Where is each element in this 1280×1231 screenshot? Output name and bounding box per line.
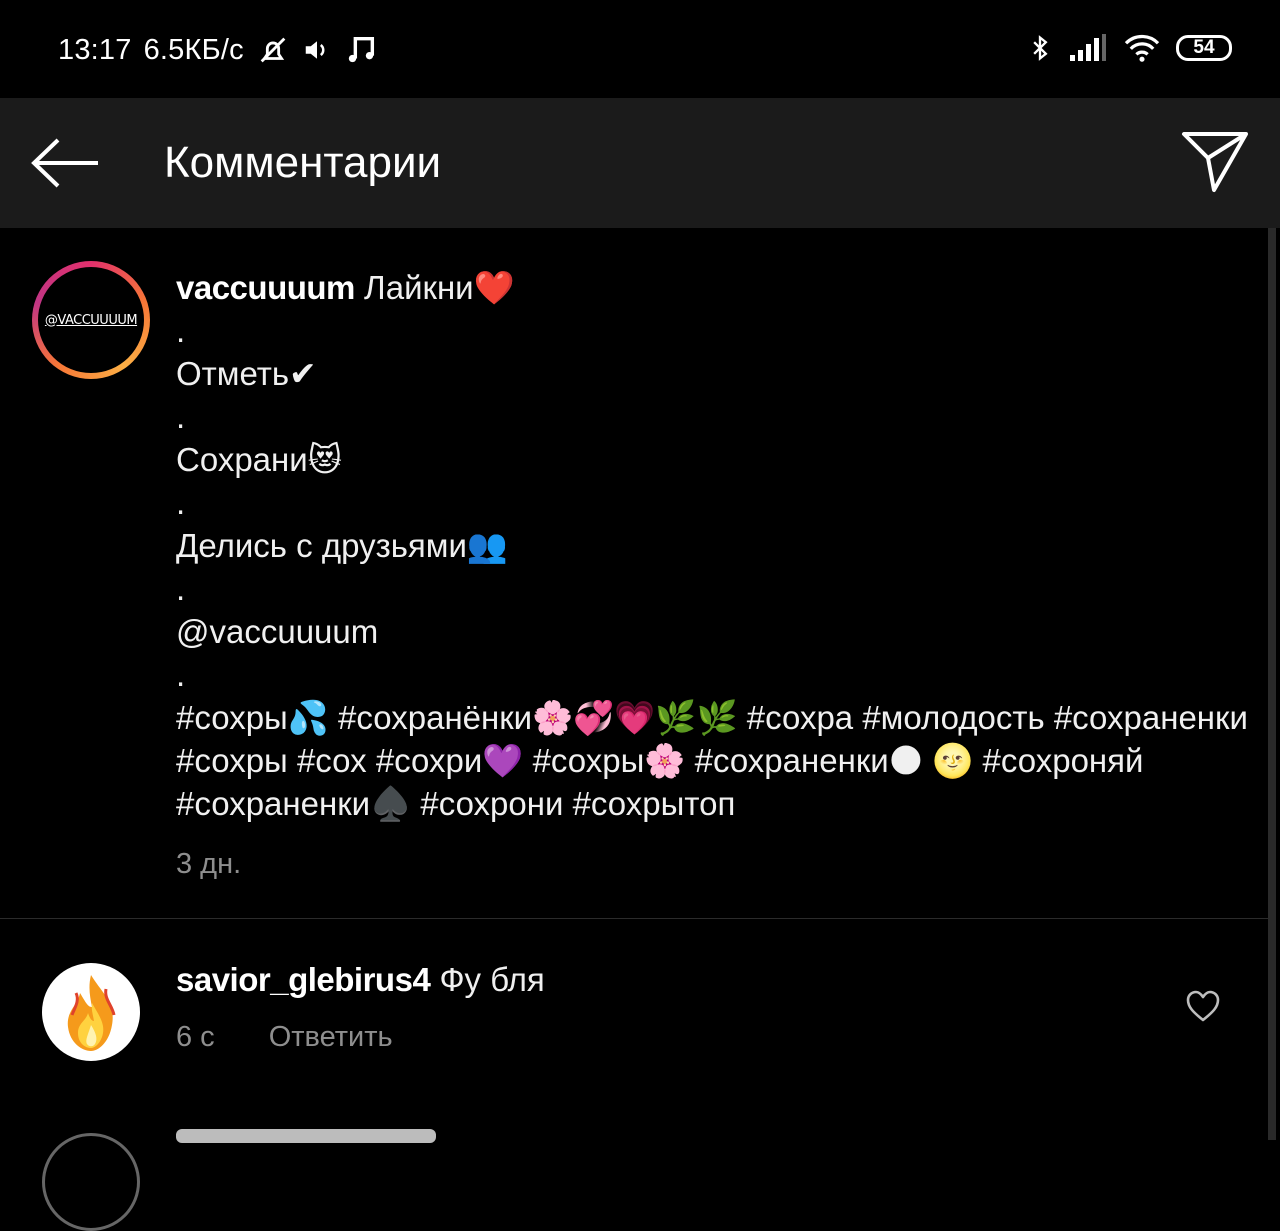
caption-line-7: . [176,570,186,607]
send-icon[interactable] [1180,128,1250,194]
next-comment-avatar[interactable] [42,1133,140,1231]
reply-button[interactable]: Ответить [269,1021,393,1054]
heart-outline-icon[interactable] [1185,989,1221,1023]
avatar-label: @VACCUUUUM [38,267,144,373]
status-time: 13:17 [58,33,132,66]
avatar[interactable]: @VACCUUUUM [32,261,150,379]
alarm-off-icon [260,37,286,63]
caption-line-5: . [176,484,186,521]
caption-line-3: . [176,398,186,435]
avatar[interactable] [42,963,140,1061]
status-bar: 13:17 6.5КБ/с 54 [0,0,1280,98]
caption-line-1: . [176,312,186,349]
caption-hashtags[interactable]: #сохры💦 #сохранёнки🌸💞💗🌿🌿 #сохра #молодос… [176,696,1256,825]
bluetooth-icon [1033,35,1048,61]
caption-age: 3 дн. [176,848,242,880]
signal-icon [1070,34,1106,61]
caption-mention[interactable]: @vaccuuuum [176,610,1256,653]
caption-body: vaccuuuum Лайкни❤️ . Отметь✔ . Сохрани😻 … [176,266,1256,825]
comment-text: savior_glebirus4 Фу бля [176,961,545,999]
arrow-left-icon[interactable] [30,136,102,190]
caption-username[interactable]: vaccuuuum [176,269,355,306]
caption-line-6: Делись с друзьями👥 [176,527,508,564]
comment-item: savior_glebirus4 Фу бля 6 с Ответить [0,919,1268,1231]
scrollbar[interactable] [1268,228,1276,1140]
battery-icon: 54 [1176,35,1232,61]
battery-level: 54 [1193,37,1215,58]
status-right: 54 [1026,28,1232,68]
status-left: 13:17 6.5КБ/с [58,30,378,70]
post-caption: @VACCUUUUM vaccuuuum Лайкни❤️ . Отметь✔ … [0,228,1268,918]
caption-line-9: . [176,656,186,693]
caption-first-line: Лайкни❤️ [354,269,515,306]
app-header: Комментарии [0,98,1280,228]
status-speed: 6.5КБ/с [143,33,244,66]
comment-username[interactable]: savior_glebirus4 [176,961,431,998]
caption-line-4: Сохрани😻 [176,441,343,478]
music-note-icon [348,36,374,63]
comment-meta: 6 с Ответить [176,1021,393,1054]
caption-line-0: vaccuuuum Лайкни❤️ [176,266,1256,309]
volume-icon [305,41,325,59]
next-comment-text [176,1129,436,1143]
comment-body: Фу бля [430,961,545,998]
page-title: Комментарии [164,138,442,187]
caption-line-2: Отметь✔ [176,355,317,392]
comment-age: 6 с [176,1021,215,1053]
wifi-icon [1124,34,1160,62]
fire-icon [67,975,116,1051]
